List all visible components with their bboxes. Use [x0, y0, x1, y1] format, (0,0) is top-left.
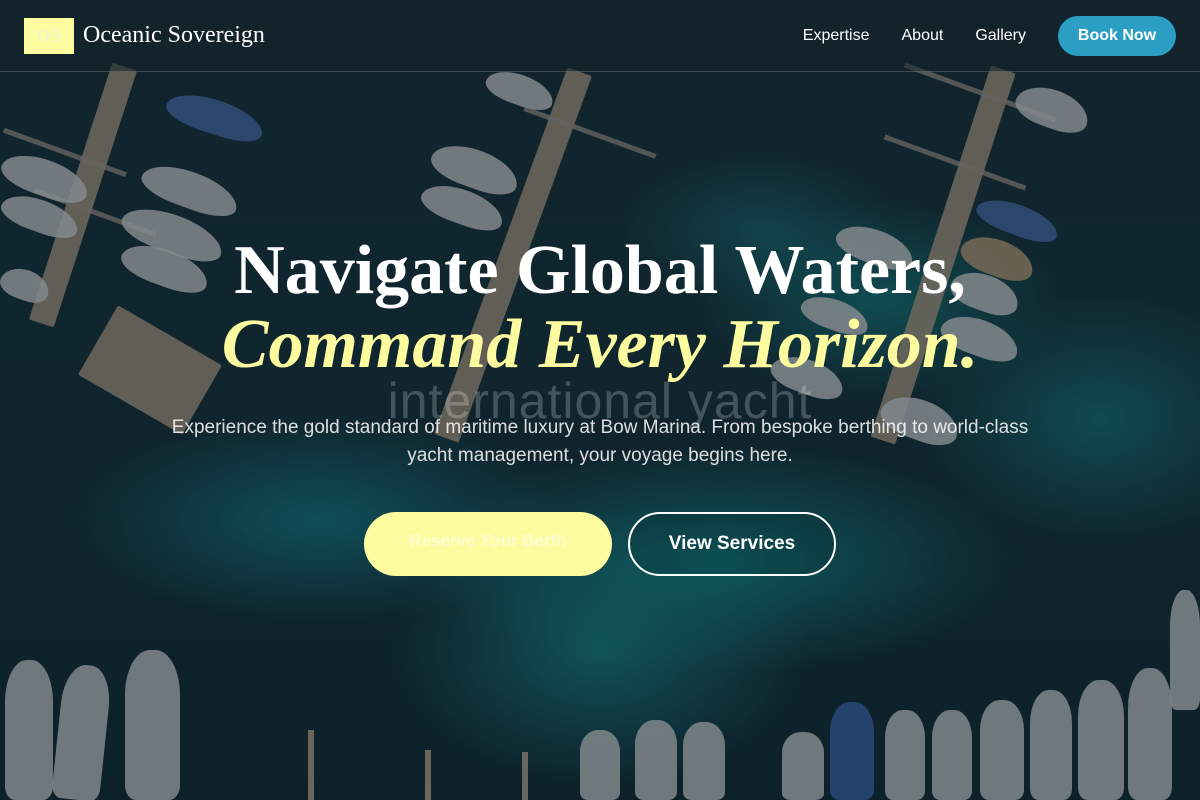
logo-mark[interactable]: OS	[24, 17, 74, 54]
book-now-button[interactable]: Book Now	[1058, 15, 1176, 56]
nav-link-gallery[interactable]: Gallery	[975, 27, 1026, 45]
main-nav: Expertise About Gallery Book Now	[803, 15, 1176, 56]
hero-cta-row: Reserve Your Berth View Services	[0, 512, 1200, 576]
hero-headline: Navigate Global Waters, Command Every Ho…	[0, 230, 1200, 383]
headline-line-1: Navigate Global Waters,	[234, 232, 966, 309]
site-header: OS Oceanic Sovereign Expertise About Gal…	[0, 0, 1200, 72]
headline-line-2: Command Every Horizon.	[221, 306, 979, 383]
nav-link-about[interactable]: About	[902, 27, 944, 45]
hero-section: Navigate Global Waters, Command Every Ho…	[0, 230, 1200, 576]
reserve-berth-button[interactable]: Reserve Your Berth	[364, 512, 612, 576]
brand-name[interactable]: Oceanic Sovereign	[83, 22, 265, 49]
view-services-button[interactable]: View Services	[628, 512, 836, 576]
nav-link-expertise[interactable]: Expertise	[803, 27, 870, 45]
reserve-berth-label: Reserve Your Berth	[409, 531, 567, 550]
hero-subtitle: Experience the gold standard of maritime…	[171, 417, 1029, 466]
